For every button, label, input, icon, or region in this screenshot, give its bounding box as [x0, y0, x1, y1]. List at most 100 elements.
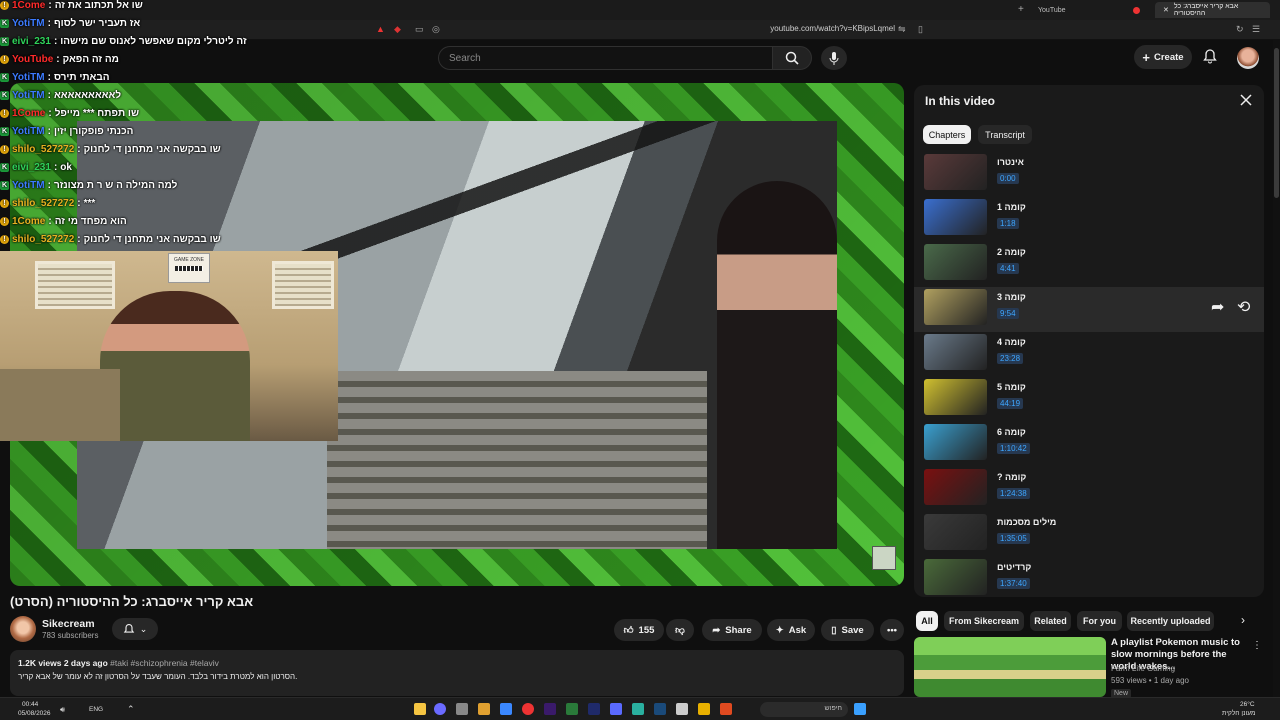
chapter-item[interactable]: קרדיטים 1:37:40	[914, 557, 1264, 597]
save-button[interactable]: ▯ Save	[821, 619, 874, 641]
notifications-bell-icon[interactable]	[1202, 48, 1218, 64]
save-label: Save	[841, 624, 864, 636]
chapter-item[interactable]: קומה 1 1:18	[914, 197, 1264, 242]
chapter-item[interactable]: קומה 2 4:41	[914, 242, 1264, 287]
chapter-name: קומה 3	[997, 292, 1026, 302]
search-button[interactable]	[772, 46, 812, 70]
close-icon[interactable]	[1240, 94, 1252, 106]
recommendation-thumbnail[interactable]	[914, 637, 1106, 697]
more-actions-button[interactable]: •••	[880, 619, 904, 641]
chapter-timestamp[interactable]: 1:24:38	[997, 488, 1030, 499]
reload-icon[interactable]: ↻	[1236, 24, 1244, 35]
chip-for-you[interactable]: For you	[1077, 611, 1122, 631]
taskbar-app-icon[interactable]	[588, 703, 600, 715]
subscribe-notification-button[interactable]: ⌄	[112, 618, 158, 640]
taskbar-app-icon[interactable]	[478, 703, 490, 715]
chapter-item[interactable]: אינטרו 0:00	[914, 152, 1264, 197]
taskbar-search[interactable]: חיפוש	[760, 702, 848, 717]
language-indicator[interactable]: ENG	[89, 706, 103, 713]
bookmark-icon[interactable]: ▯	[918, 24, 923, 35]
taskbar-app-icon[interactable]	[522, 703, 534, 715]
more-vertical-icon[interactable]: ⋮	[1252, 640, 1262, 651]
chip-recently-uploaded[interactable]: Recently uploaded	[1127, 611, 1214, 631]
channel-avatar[interactable]	[10, 616, 36, 642]
chapter-timestamp[interactable]: 1:35:05	[997, 533, 1030, 544]
chip-related[interactable]: Related	[1030, 611, 1071, 631]
chapter-item[interactable]: קומה 5 44:19	[914, 377, 1264, 422]
chapter-timestamp[interactable]: 4:41	[997, 263, 1019, 274]
taskbar-app-icon[interactable]	[676, 703, 688, 715]
loop-icon[interactable]: ⟲	[1237, 297, 1250, 317]
taskbar-app-icon[interactable]	[414, 703, 426, 715]
chat-separator: :	[47, 125, 51, 137]
chapter-item[interactable]: מילים מסכמות 1:35:05	[914, 512, 1264, 557]
chapter-timestamp[interactable]: 9:54	[997, 308, 1019, 319]
share-page-icon[interactable]: ⇋	[898, 24, 906, 35]
sparkle-icon: ✦	[775, 624, 784, 636]
brave-shield-icon[interactable]: ▲	[376, 24, 385, 34]
chevron-up-icon[interactable]: ⌃	[127, 704, 135, 715]
chapter-item[interactable]: קומה ? 1:24:38	[914, 467, 1264, 512]
tab-current[interactable]: ✕ אבא קריר אייסברג: כל ההיסטוריה	[1155, 2, 1270, 18]
create-button[interactable]: + Create	[1134, 45, 1192, 69]
account-avatar[interactable]	[1237, 47, 1259, 69]
chapter-item[interactable]: קומה 3 9:54 ➦ ⟲	[914, 287, 1264, 332]
chapter-timestamp[interactable]: 1:37:40	[997, 578, 1030, 589]
extension-icon[interactable]: ◆	[394, 24, 401, 35]
menu-icon[interactable]: ☰	[1252, 24, 1260, 35]
chevron-right-icon[interactable]: ›	[1241, 613, 1245, 627]
scrollbar[interactable]	[1273, 40, 1280, 697]
new-tab-icon[interactable]: +	[1018, 4, 1024, 15]
taskbar-app-icon[interactable]	[610, 703, 622, 715]
url-text[interactable]: youtube.com/watch?v=KBipsLqmel	[735, 24, 895, 33]
chat-badge-icon: K	[0, 126, 9, 136]
video-overlay-thumbnail[interactable]	[872, 546, 896, 570]
scrollbar-thumb[interactable]	[1274, 48, 1279, 198]
close-tab-icon[interactable]: ✕	[1163, 6, 1169, 14]
chapter-item[interactable]: קומה 6 1:10:42	[914, 422, 1264, 467]
chat-separator: :	[53, 35, 58, 47]
like-button[interactable]: 👍︎ 155	[614, 619, 664, 641]
taskbar-app-icon[interactable]	[720, 703, 732, 715]
browser-tab-bar: + YouTube ✕ אבא קריר אייסברג: כל ההיסטור…	[0, 0, 1280, 20]
channel-name[interactable]: Sikecream	[42, 618, 95, 630]
tab-transcript[interactable]: Transcript	[978, 125, 1032, 144]
search-input[interactable]: Search	[438, 46, 772, 70]
chapter-timestamp[interactable]: 23:28	[997, 353, 1024, 364]
chip-from-channel[interactable]: From Sikecream	[944, 611, 1024, 631]
windows-start-icon[interactable]	[854, 703, 866, 715]
chapter-item[interactable]: קומה 4 23:28	[914, 332, 1264, 377]
voice-search-button[interactable]	[821, 46, 847, 70]
volume-icon[interactable]: 🔊︎	[60, 705, 65, 715]
lens-icon[interactable]: ◎	[432, 24, 440, 35]
streamer-image	[100, 291, 250, 441]
dislike-button[interactable]: 👎︎	[666, 619, 694, 641]
chip-all[interactable]: All	[916, 611, 938, 631]
taskbar-app-icon[interactable]	[632, 703, 644, 715]
tab-chapters[interactable]: Chapters	[923, 125, 971, 144]
taskbar-app-icon[interactable]	[566, 703, 578, 715]
recommendation-channel[interactable]: Farm Life Gaming	[1111, 664, 1175, 673]
tab-youtube[interactable]: YouTube	[1030, 2, 1148, 18]
chat-text: הבאתי תירס	[53, 71, 110, 83]
description-box[interactable]: 1.2K views 2 days ago #taki #schizophren…	[10, 650, 904, 696]
taskbar-app-icon[interactable]	[456, 703, 468, 715]
taskbar-app-icon[interactable]	[500, 703, 512, 715]
taskbar-app-icon[interactable]	[544, 703, 556, 715]
hashtags[interactable]: #taki #schizophrenia #telaviv	[110, 658, 219, 668]
cast-icon[interactable]: ▭	[415, 24, 424, 35]
chapter-timestamp[interactable]: 1:10:42	[997, 443, 1030, 454]
taskbar-app-icon[interactable]	[698, 703, 710, 715]
share-icon[interactable]: ➦	[1211, 297, 1224, 317]
chapter-timestamp[interactable]: 44:19	[997, 398, 1024, 409]
ask-button[interactable]: ✦ Ask	[767, 619, 815, 641]
chat-text: לאאאאאאאאא	[53, 89, 122, 101]
chat-message: ! shilo_527272: ***	[0, 195, 95, 211]
taskbar-app-icon[interactable]	[654, 703, 666, 715]
thumbs-up-icon: 👍︎	[623, 625, 634, 636]
share-button[interactable]: ➦ Share	[702, 619, 762, 641]
taskbar-app-icon[interactable]	[434, 703, 446, 715]
chat-text: ok	[60, 161, 72, 173]
chapter-timestamp[interactable]: 1:18	[997, 218, 1019, 229]
chapter-timestamp[interactable]: 0:00	[997, 173, 1019, 184]
